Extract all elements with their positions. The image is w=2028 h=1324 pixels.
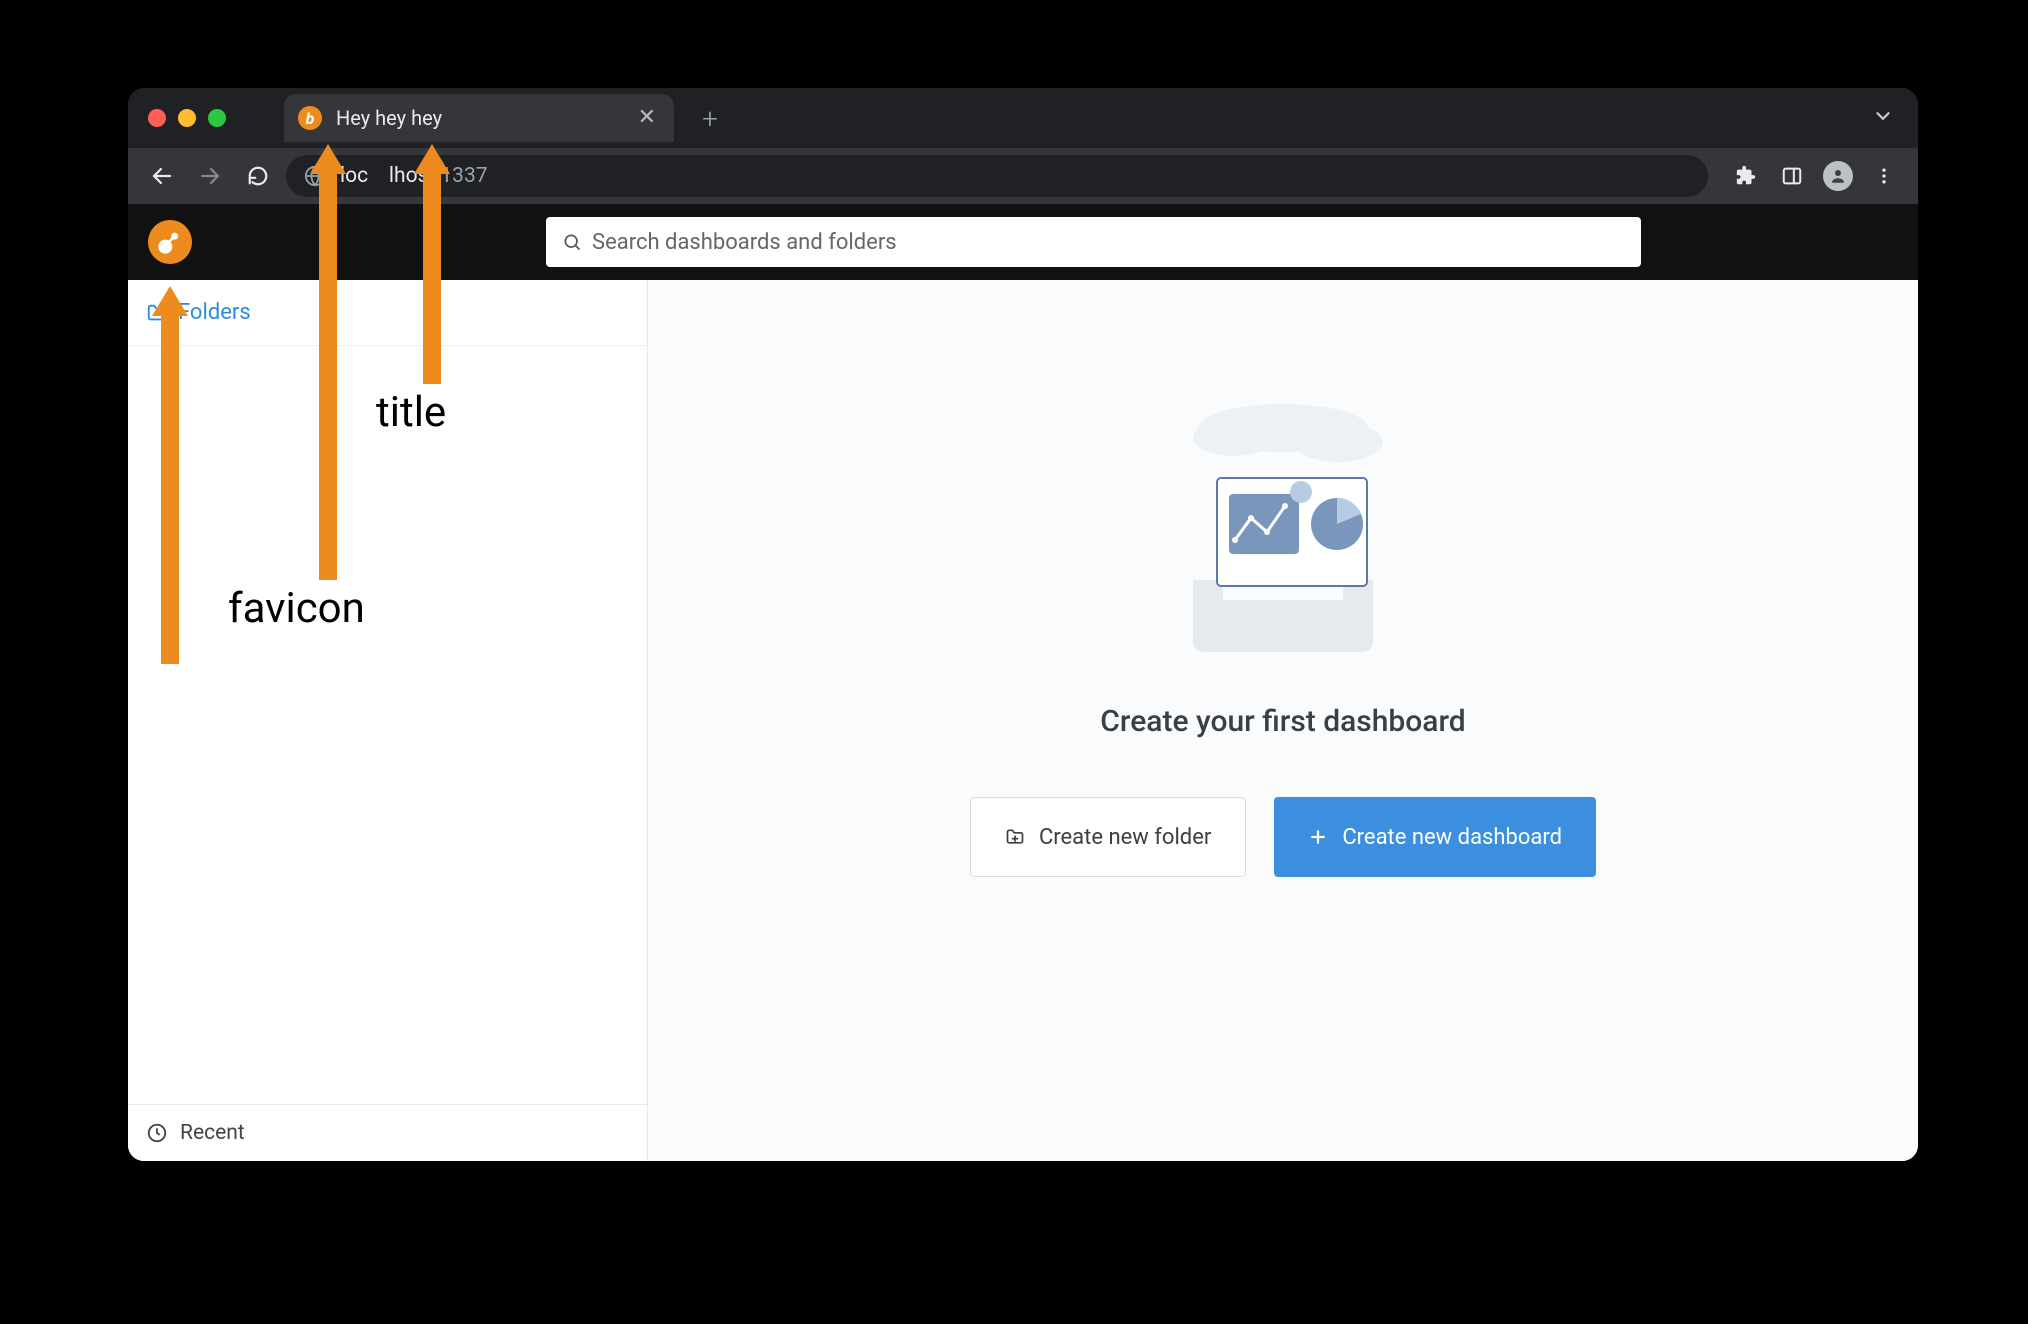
person-icon bbox=[1829, 167, 1847, 185]
profile-button[interactable] bbox=[1818, 156, 1858, 196]
chevron-down-icon bbox=[1872, 105, 1894, 127]
tab-title: Hey hey hey bbox=[336, 106, 624, 130]
toolbar-right bbox=[1726, 156, 1904, 196]
tab-close-button[interactable]: ✕ bbox=[638, 107, 656, 129]
arrow-right-icon bbox=[198, 164, 222, 188]
url-input[interactable]: locxxlhost:1337 bbox=[286, 155, 1708, 197]
profile-avatar-icon bbox=[1823, 161, 1853, 191]
app-topbar: Search dashboards and folders bbox=[128, 204, 1918, 280]
nav-reload-button[interactable] bbox=[238, 156, 278, 196]
create-folder-label: Create new folder bbox=[1039, 825, 1211, 850]
create-dashboard-label: Create new dashboard bbox=[1342, 825, 1562, 850]
search-placeholder: Search dashboards and folders bbox=[592, 230, 897, 255]
tab-strip: b Hey hey hey ✕ + bbox=[128, 88, 1918, 148]
nav-forward-button[interactable] bbox=[190, 156, 230, 196]
clock-icon bbox=[146, 1122, 168, 1144]
window-maximize-button[interactable] bbox=[208, 109, 226, 127]
create-folder-button[interactable]: Create new folder bbox=[970, 797, 1246, 877]
tab-favicon-icon: b bbox=[298, 106, 322, 130]
window-minimize-button[interactable] bbox=[178, 109, 196, 127]
window-controls bbox=[148, 109, 226, 127]
create-dashboard-button[interactable]: Create new dashboard bbox=[1274, 797, 1596, 877]
sidebar-item-folders[interactable]: Folders bbox=[128, 280, 647, 346]
nav-back-button[interactable] bbox=[142, 156, 182, 196]
arrow-left-icon bbox=[150, 164, 174, 188]
browser-toolbar: locxxlhost:1337 bbox=[128, 148, 1918, 204]
puzzle-icon bbox=[1735, 165, 1757, 187]
browser-tab[interactable]: b Hey hey hey ✕ bbox=[284, 94, 674, 142]
app-viewport: Search dashboards and folders Folders Re… bbox=[128, 204, 1918, 1161]
app-logo[interactable] bbox=[148, 220, 192, 264]
empty-state-actions: Create new folder Create new dashboard bbox=[970, 797, 1596, 877]
plus-icon bbox=[1308, 827, 1328, 847]
search-icon bbox=[562, 232, 582, 252]
favicon-letter: b bbox=[306, 109, 315, 128]
panel-icon bbox=[1781, 165, 1803, 187]
extensions-button[interactable] bbox=[1726, 156, 1766, 196]
kebab-icon bbox=[1874, 166, 1894, 186]
browser-window: b Hey hey hey ✕ + locxxlhost:1337 bbox=[128, 88, 1918, 1161]
logo-icon bbox=[156, 228, 184, 256]
annotation-label-favicon: favicon bbox=[228, 584, 365, 633]
empty-state-illustration bbox=[1153, 390, 1413, 670]
window-close-button[interactable] bbox=[148, 109, 166, 127]
annotation-label-logo: logo bbox=[24, 668, 106, 717]
panel-button[interactable] bbox=[1772, 156, 1812, 196]
empty-state: Create your first dashboard Create new f… bbox=[833, 390, 1733, 877]
tabs-dropdown-button[interactable] bbox=[1872, 105, 1894, 131]
main-panel: Create your first dashboard Create new f… bbox=[648, 280, 1918, 1161]
recent-label: Recent bbox=[180, 1121, 245, 1145]
search-input[interactable]: Search dashboards and folders bbox=[546, 217, 1641, 267]
new-tab-button[interactable]: + bbox=[692, 100, 728, 136]
reload-icon bbox=[247, 165, 269, 187]
folder-plus-icon bbox=[1005, 827, 1025, 847]
browser-menu-button[interactable] bbox=[1864, 156, 1904, 196]
annotation-label-title: title bbox=[376, 388, 446, 437]
folders-label: Folders bbox=[178, 300, 251, 325]
sidebar-item-recent[interactable]: Recent bbox=[128, 1104, 647, 1161]
empty-state-heading: Create your first dashboard bbox=[1100, 704, 1465, 739]
